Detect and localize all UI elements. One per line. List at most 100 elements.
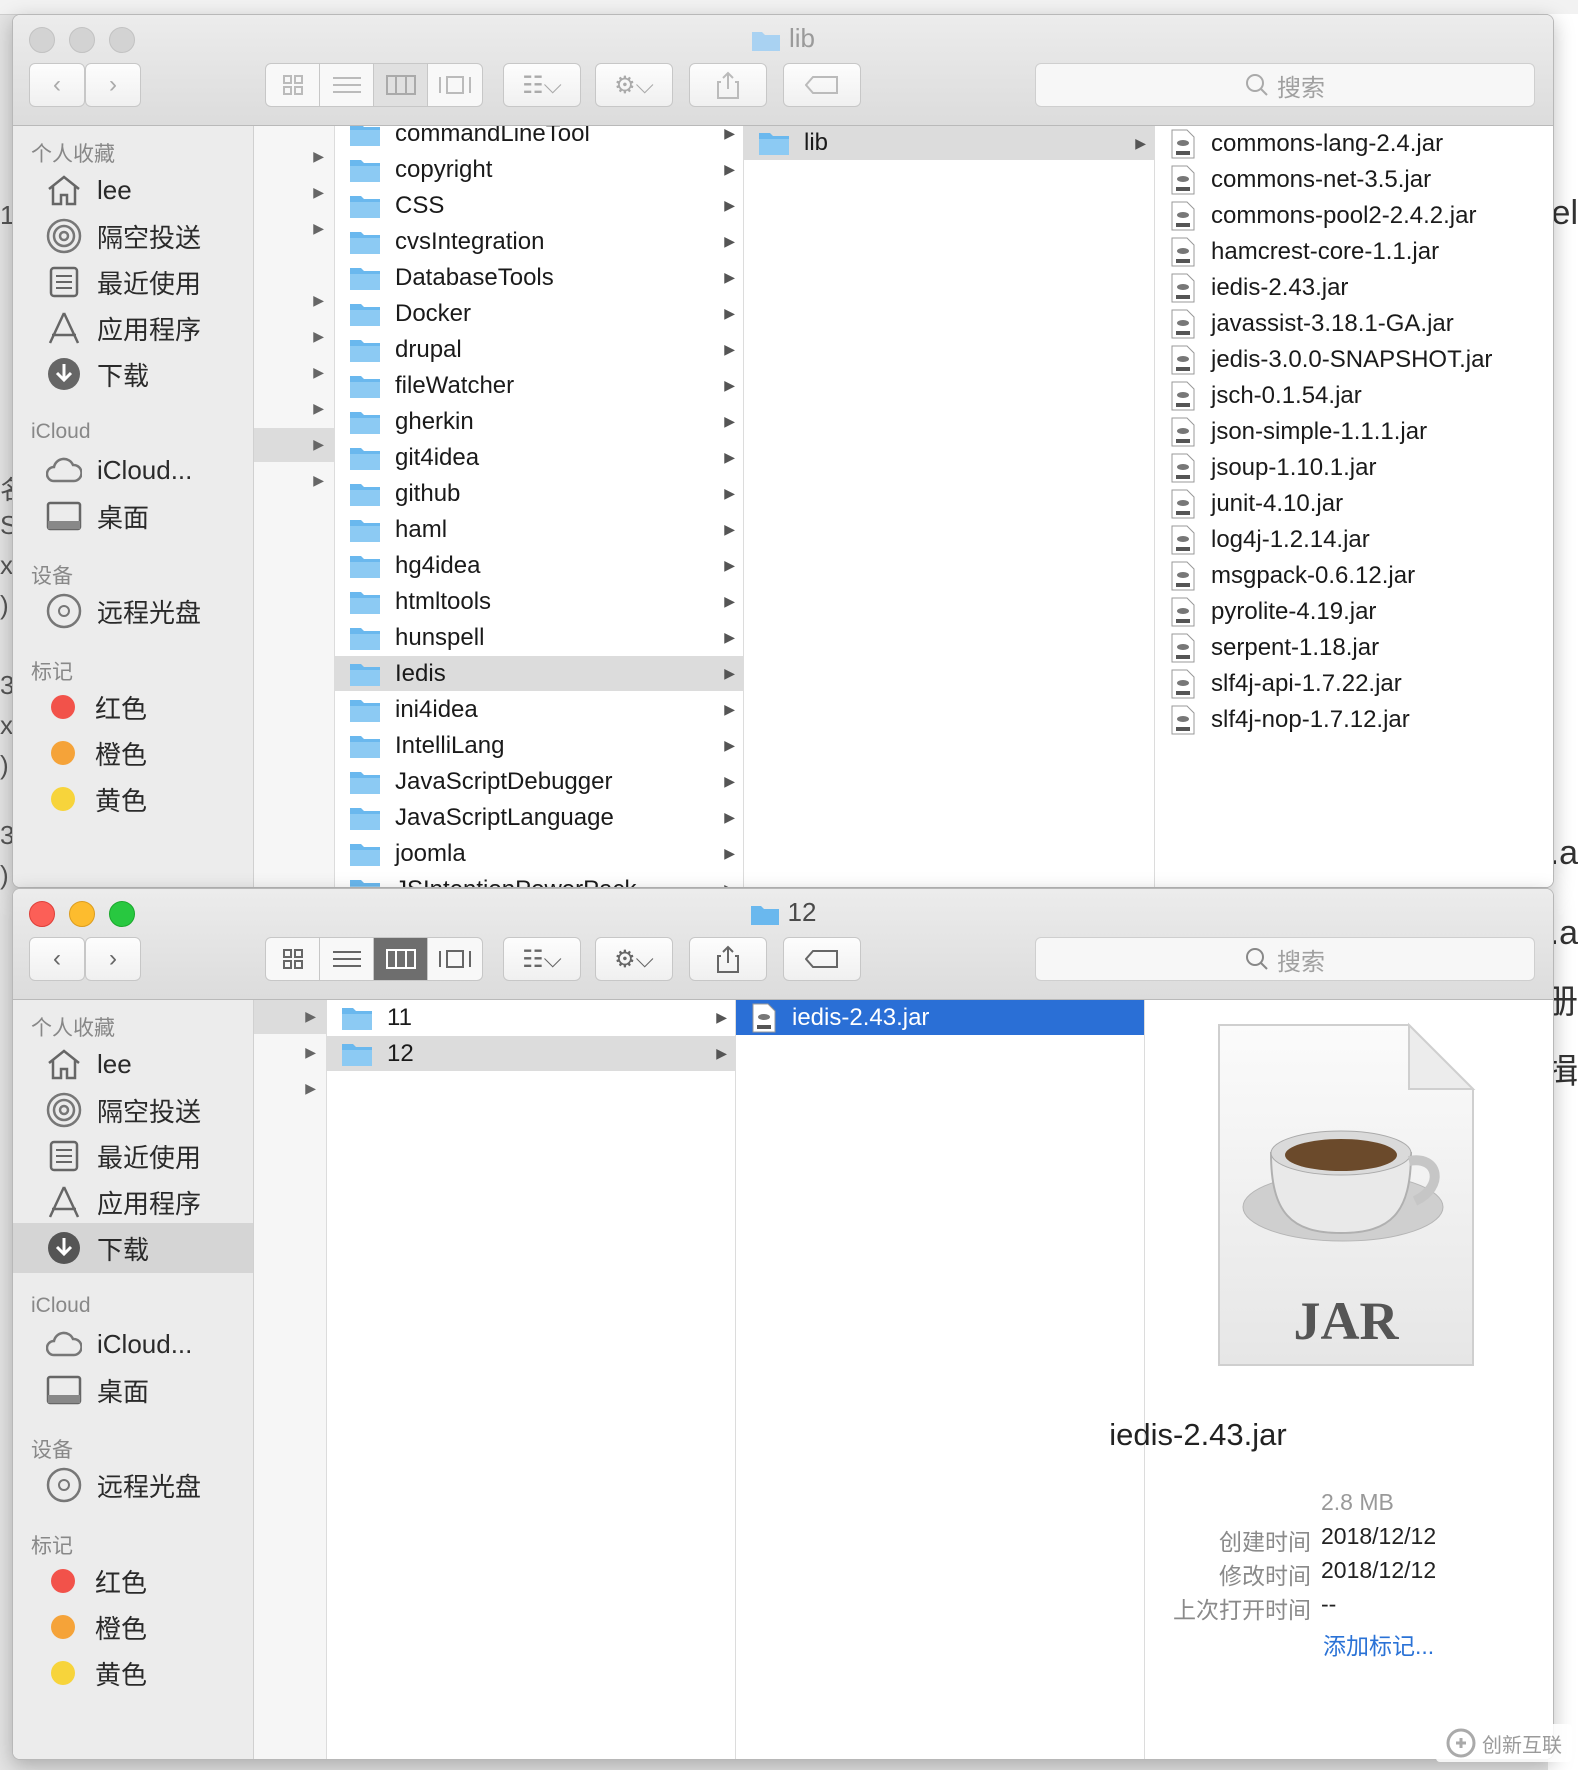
sidebar-item-remote-disc[interactable]: 远程光盘 <box>13 586 253 636</box>
sidebar-tag-yellow[interactable]: 黄色 <box>13 774 253 824</box>
sidebar-item-desktop[interactable]: 桌面 <box>13 491 253 541</box>
jar-file-row[interactable]: jsoup-1.10.1.jar <box>1155 450 1553 485</box>
sidebar-item-airdrop[interactable]: 隔空投送 <box>13 1085 253 1135</box>
sidebar-item-airdrop[interactable]: 隔空投送 <box>13 211 253 261</box>
jar-file-row[interactable]: pyrolite-4.19.jar <box>1155 594 1553 629</box>
folder-row[interactable]: gherkin ▶ <box>335 404 743 439</box>
sidebar-item-remote-disc[interactable]: 远程光盘 <box>13 1460 253 1510</box>
jar-files-column[interactable]: commons-lang-2.4.jar commons-net-3.5.jar c… <box>1155 126 1553 887</box>
folder-row[interactable]: joomla ▶ <box>335 836 743 871</box>
folder-row[interactable]: IntelliLang ▶ <box>335 728 743 763</box>
list-view-icon[interactable] <box>320 64 374 106</box>
back-button[interactable]: ‹ <box>29 63 85 107</box>
jar-file-row[interactable]: iedis-2.43.jar <box>1155 270 1553 305</box>
parent-column[interactable]: ▶ ▶ ▶ ▶ ▶ ▶ ▶ ▶ ▶ <box>254 126 335 887</box>
group-button[interactable]: ☷⌵ <box>503 63 581 107</box>
folder-row[interactable]: haml ▶ <box>335 512 743 547</box>
folder-row-11[interactable]: 11 ▶ <box>327 1000 735 1035</box>
folder-row[interactable]: drupal ▶ <box>335 332 743 367</box>
gallery-view-icon[interactable] <box>428 64 482 106</box>
sidebar-item-recents[interactable]: 最近使用 <box>13 1131 253 1181</box>
sidebar-item-lee[interactable]: lee <box>13 1039 253 1089</box>
column-view-icon[interactable] <box>374 64 428 106</box>
jar-file-row[interactable]: commons-pool2-2.4.2.jar <box>1155 198 1553 233</box>
tags-button[interactable] <box>783 63 861 107</box>
search-input[interactable]: 搜索 <box>1035 937 1535 981</box>
parent-selected-row[interactable]: ▶ <box>254 428 334 462</box>
back-button[interactable]: ‹ <box>29 937 85 981</box>
list-view-icon[interactable] <box>320 938 374 980</box>
jar-file-row[interactable]: serpent-1.18.jar <box>1155 630 1553 665</box>
sidebar-item-applications[interactable]: 应用程序 <box>13 1177 253 1227</box>
jar-file-row[interactable]: jsch-0.1.54.jar <box>1155 378 1553 413</box>
action-button[interactable]: ⚙⌵ <box>595 63 673 107</box>
folder-row[interactable]: JavaScriptLanguage ▶ <box>335 800 743 835</box>
jar-file-row[interactable]: jedis-3.0.0-SNAPSHOT.jar <box>1155 342 1553 377</box>
file-row-selected[interactable]: iedis-2.43.jar <box>736 1000 1144 1035</box>
folder-row[interactable]: fileWatcher ▶ <box>335 368 743 403</box>
folder-row[interactable]: git4idea ▶ <box>335 440 743 475</box>
sidebar-item-icloud-drive[interactable]: iCloud... <box>13 1319 253 1369</box>
folder-row[interactable]: ini4idea ▶ <box>335 692 743 727</box>
forward-button[interactable]: › <box>85 63 141 107</box>
folder-row[interactable]: DatabaseTools ▶ <box>335 260 743 295</box>
add-tags-link[interactable]: 添加标记... <box>1323 1627 1434 1661</box>
jar-file-row[interactable]: javassist-3.18.1-GA.jar <box>1155 306 1553 341</box>
search-input[interactable]: 搜索 <box>1035 63 1535 107</box>
folder-row-lib[interactable]: lib ▶ <box>744 126 1154 160</box>
group-button[interactable]: ☷⌵ <box>503 937 581 981</box>
folder-row[interactable]: hg4idea ▶ <box>335 548 743 583</box>
sidebar-item-recents[interactable]: 最近使用 <box>13 257 253 307</box>
jar-file-row[interactable]: msgpack-0.6.12.jar <box>1155 558 1553 593</box>
jar-file-row[interactable]: slf4j-nop-1.7.12.jar <box>1155 702 1553 737</box>
iedis-column[interactable]: lib ▶ <box>744 126 1155 887</box>
jar-file-row[interactable]: json-simple-1.1.1.jar <box>1155 414 1553 449</box>
folder-row[interactable]: commandLineTool ▶ <box>335 126 743 151</box>
folder-row[interactable]: Docker ▶ <box>335 296 743 331</box>
folder-row[interactable]: copyright ▶ <box>335 152 743 187</box>
folder-row[interactable]: CSS ▶ <box>335 188 743 223</box>
folder-row[interactable]: JavaScriptDebugger ▶ <box>335 764 743 799</box>
view-mode-segmented[interactable] <box>265 937 483 981</box>
sidebar-item-lee[interactable]: lee <box>13 165 253 215</box>
jar-file-row[interactable]: log4j-1.2.14.jar <box>1155 522 1553 557</box>
sidebar-item-applications[interactable]: 应用程序 <box>13 303 253 353</box>
sidebar-item-desktop[interactable]: 桌面 <box>13 1365 253 1415</box>
jar-file-row[interactable]: junit-4.10.jar <box>1155 486 1553 521</box>
view-mode-segmented[interactable] <box>265 63 483 107</box>
jar-file-row[interactable]: commons-net-3.5.jar <box>1155 162 1553 197</box>
folder-row[interactable]: cvsIntegration ▶ <box>335 224 743 259</box>
folder-row[interactable]: github ▶ <box>335 476 743 511</box>
tags-button[interactable] <box>783 937 861 981</box>
files-column[interactable]: iedis-2.43.jar <box>736 1000 1145 1759</box>
sidebar-item-downloads[interactable]: 下载 <box>13 349 253 399</box>
finder-window-lib[interactable]: lib ‹ › ☷⌵ ⚙⌵ 搜索 个人收藏 lee 隔空投送 最近使用 应用程序… <box>12 14 1554 888</box>
folder-row[interactable]: JSIntentionPowerPack ▶ <box>335 872 743 887</box>
sidebar-tag-red[interactable]: 红色 <box>13 682 253 732</box>
sidebar-item-downloads[interactable]: 下载 <box>13 1223 253 1273</box>
parent-column[interactable]: ▶ ▶ ▶ <box>254 1000 327 1759</box>
sidebar-tag-red[interactable]: 红色 <box>13 1556 253 1606</box>
jar-file-row[interactable]: commons-lang-2.4.jar <box>1155 126 1553 161</box>
parent-selected-row[interactable]: ▶ <box>254 1000 326 1034</box>
forward-button[interactable]: › <box>85 937 141 981</box>
folder-row[interactable]: htmltools ▶ <box>335 584 743 619</box>
folder-row-12[interactable]: 12 ▶ <box>327 1036 735 1071</box>
sidebar-tag-orange[interactable]: 橙色 <box>13 1602 253 1652</box>
icon-view-icon[interactable] <box>266 938 320 980</box>
share-button[interactable] <box>689 63 767 107</box>
finder-window-12[interactable]: 12 ‹ › ☷⌵ ⚙⌵ 搜索 个人收藏 lee 隔空投送 最近使用 应用程序 … <box>12 888 1554 1760</box>
sidebar-item-icloud-drive[interactable]: iCloud... <box>13 445 253 495</box>
folders-column[interactable]: commandLineTool ▶ copyright ▶ CSS ▶ cvsIntegra… <box>335 126 744 887</box>
folders-column[interactable]: 11 ▶ 12 ▶ <box>327 1000 736 1759</box>
jar-file-row[interactable]: hamcrest-core-1.1.jar <box>1155 234 1553 269</box>
jar-file-row[interactable]: slf4j-api-1.7.22.jar <box>1155 666 1553 701</box>
sidebar-tag-orange[interactable]: 橙色 <box>13 728 253 778</box>
icon-view-icon[interactable] <box>266 64 320 106</box>
sidebar-tag-yellow[interactable]: 黄色 <box>13 1648 253 1698</box>
share-button[interactable] <box>689 937 767 981</box>
column-view-icon[interactable] <box>374 938 428 980</box>
gallery-view-icon[interactable] <box>428 938 482 980</box>
folder-row[interactable]: hunspell ▶ <box>335 620 743 655</box>
folder-row[interactable]: Iedis ▶ <box>335 656 743 691</box>
